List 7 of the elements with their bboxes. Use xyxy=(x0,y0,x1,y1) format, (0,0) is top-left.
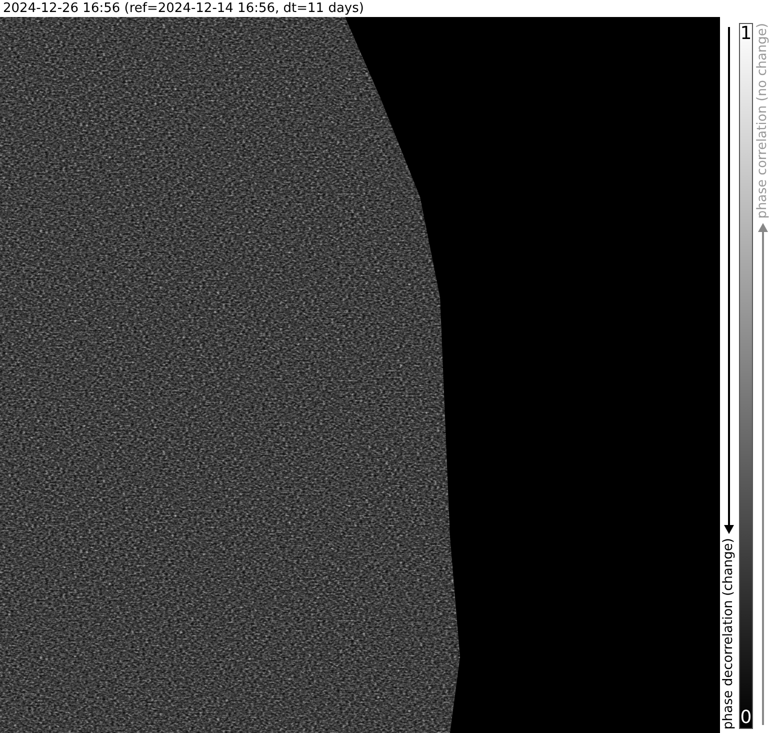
arrow-icon xyxy=(724,27,734,534)
colorbar-caption: phase decorrelation (change) xyxy=(722,538,736,729)
colorbar-max-label: 1 xyxy=(740,24,752,44)
plot-title: 2024-12-26 16:56 (ref=2024-12-14 16:56, dt=11 days) xyxy=(2,0,365,17)
arrow-icon xyxy=(758,222,768,725)
colorbar-min-label: 0 xyxy=(740,708,752,728)
colorbar-caption: phase correlation (no change) xyxy=(756,23,770,219)
